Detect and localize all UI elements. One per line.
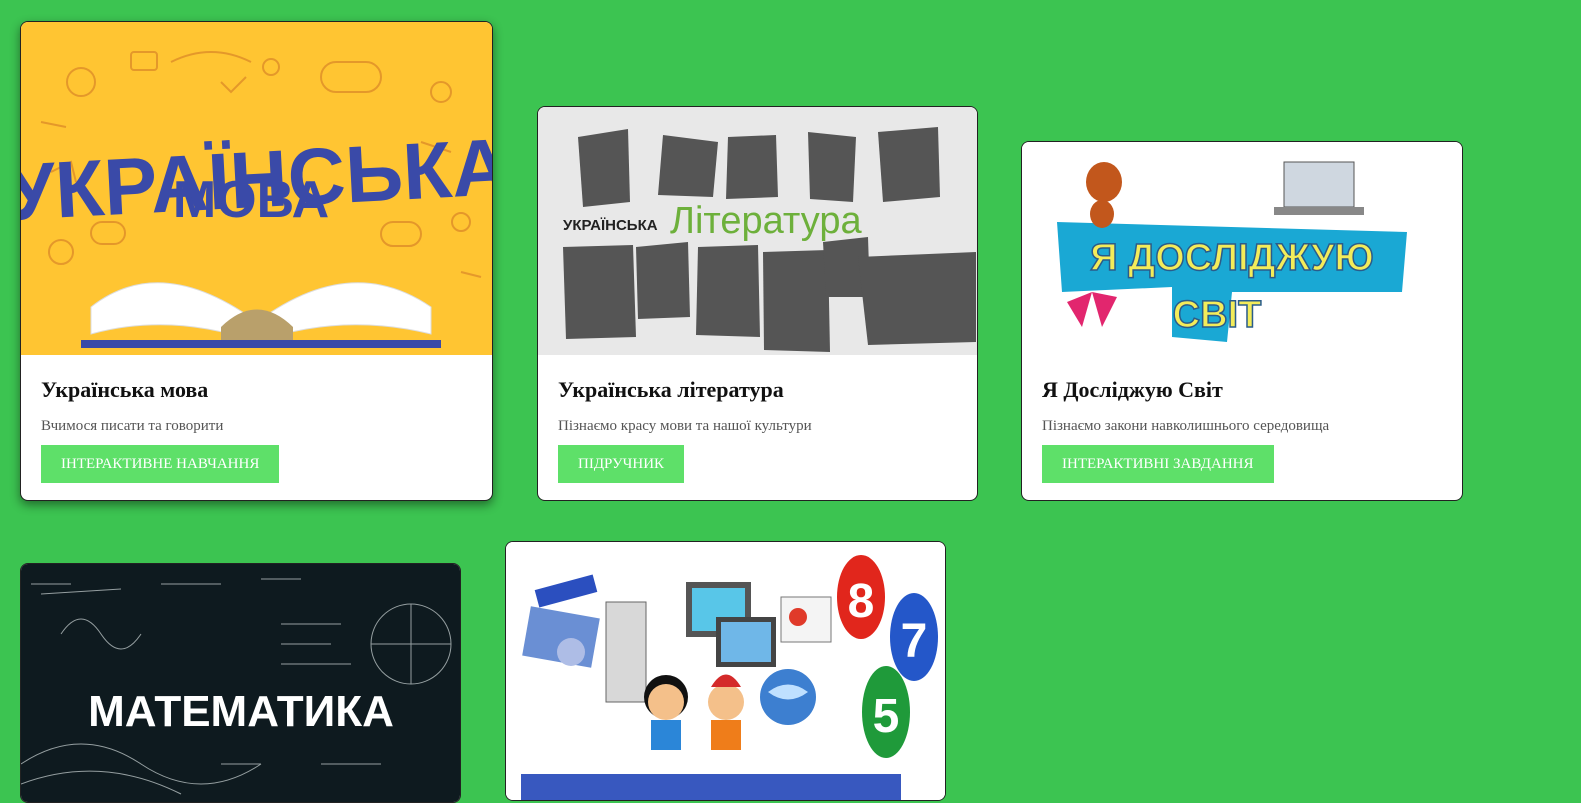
balloon-number-8: 8	[848, 575, 875, 628]
card-title: Українська література	[558, 377, 784, 402]
globe-icon	[760, 669, 816, 725]
presentation-icon	[780, 596, 832, 643]
cover-title-large: Література	[670, 200, 862, 242]
course-card-informatics[interactable]: 8 7 5	[505, 541, 946, 801]
card-title: Українська мова	[41, 377, 209, 402]
informatics-cover-image: 8 7 5	[506, 542, 945, 800]
textbook-button[interactable]: ПІДРУЧНИК	[558, 445, 685, 483]
course-card-i-explore-world[interactable]: Я ДОСЛІДЖУЮ СВІТ Я Досліджую Світ Пізнає…	[1021, 141, 1463, 501]
ukrainian-literature-cover-image: УКРАЇНСЬКА Література	[538, 107, 977, 355]
course-card-ukrainian-language[interactable]: УКРАЇНСЬКА МОВА Українська мова Вчимося …	[20, 21, 493, 501]
interactive-learning-button[interactable]: ІНТЕРАКТИВНЕ НАВЧАННЯ	[41, 445, 280, 483]
ukrainian-language-cover-image: УКРАЇНСЬКА МОВА	[21, 22, 492, 355]
course-card-mathematics[interactable]: МАТЕМАТИКА	[20, 563, 461, 803]
cover-title-line1: Я ДОСЛІДЖУЮ	[1090, 237, 1373, 279]
interactive-tasks-button[interactable]: ІНТЕРАКТИВНІ ЗАВДАННЯ	[1042, 445, 1274, 483]
card-description: Вчимося писати та говорити	[41, 418, 224, 434]
card-description: Пізнаємо красу мови та нашої культури	[558, 418, 812, 434]
course-card-ukrainian-literature[interactable]: УКРАЇНСЬКА Література Українська літерат…	[537, 106, 978, 501]
card-title: Я Досліджую Світ	[1042, 377, 1223, 402]
i-explore-world-cover-image: Я ДОСЛІДЖУЮ СВІТ	[1022, 142, 1462, 355]
cover-title: МАТЕМАТИКА	[88, 687, 394, 736]
balloon-number-5: 5	[873, 690, 900, 743]
mathematics-cover-image: МАТЕМАТИКА	[21, 564, 460, 802]
card-description: Пізнаємо закони навколишнього середовища	[1042, 418, 1330, 434]
laptop-icon	[1274, 161, 1364, 215]
cover-title-line2: МОВА	[173, 171, 329, 229]
balloon-number-7: 7	[901, 615, 928, 668]
cover-title-line2: СВІТ	[1173, 294, 1262, 336]
cover-title-small: УКРАЇНСЬКА	[563, 217, 658, 234]
